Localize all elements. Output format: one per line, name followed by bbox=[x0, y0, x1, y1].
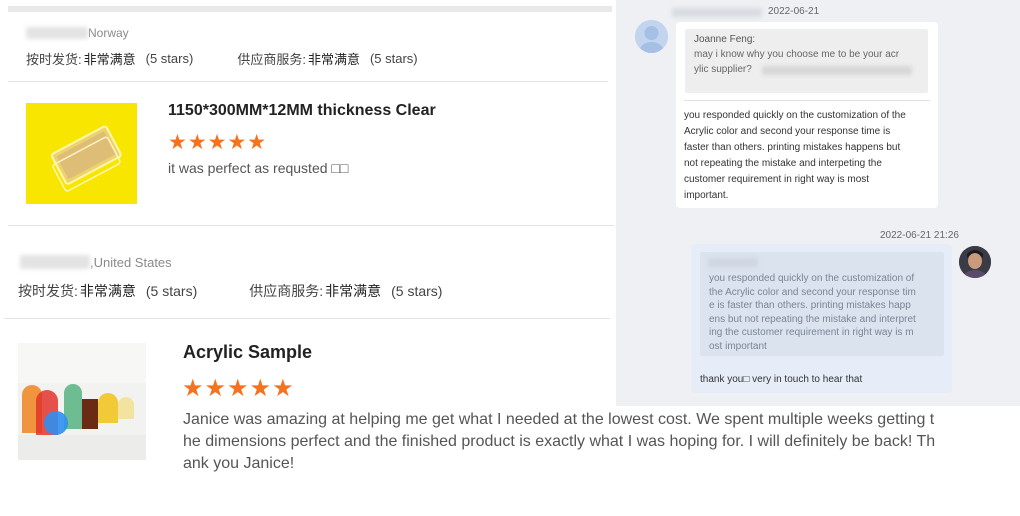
rating-summary: 按时发货: 非常满意 (5 stars) 供应商服务: 非常满意 (5 star… bbox=[18, 280, 442, 302]
message-line: important. bbox=[684, 190, 729, 201]
service-stars: (5 stars) bbox=[369, 50, 418, 66]
quote-blurred-text bbox=[762, 66, 912, 75]
user-avatar[interactable] bbox=[959, 246, 991, 278]
quote-line: you responded quickly on the customizati… bbox=[709, 273, 915, 284]
quote-line: may i know why you choose me to be your … bbox=[694, 49, 900, 60]
message-line: faster than others. printing mistakes ha… bbox=[684, 142, 901, 153]
reviewer-name-blurred bbox=[20, 255, 90, 269]
quote-author: Joanne Feng: bbox=[694, 34, 756, 45]
product-image-acrylic-sample[interactable] bbox=[18, 343, 146, 460]
product-title[interactable]: Acrylic Sample bbox=[183, 342, 312, 363]
message-line: customer requirement in right way is mos… bbox=[684, 174, 870, 185]
service-value: 非常满意 bbox=[325, 283, 382, 299]
shipping-value: 非常满意 bbox=[79, 283, 136, 299]
divider bbox=[4, 318, 610, 319]
service-stars: (5 stars) bbox=[391, 283, 443, 299]
divider bbox=[8, 225, 614, 226]
message-time: 2022-06-21 21:26 bbox=[880, 230, 959, 241]
quote-line: ing the customer requirement in right wa… bbox=[709, 327, 914, 338]
message-body: you responded quickly on the customizati… bbox=[684, 108, 906, 204]
quoted-text: you responded quickly on the customizati… bbox=[709, 272, 916, 353]
review-text-line: Janice was amazing at helping me get wha… bbox=[183, 411, 935, 428]
star-icons: ★★★★★ bbox=[168, 131, 268, 154]
review-text-line: ank you Janice! bbox=[183, 455, 295, 472]
product-image-acrylic-sheet[interactable] bbox=[26, 103, 137, 204]
review-text-line: he dimensions perfect and the finished p… bbox=[183, 433, 936, 450]
message-time: 2022-06-21 bbox=[768, 6, 820, 17]
quote-line: the Acrylic color and second your respon… bbox=[709, 286, 916, 298]
shipping-label: 按时发货: bbox=[26, 51, 82, 67]
quote-line: ylic supplier? bbox=[694, 64, 752, 75]
rating-summary: 按时发货: 非常满意 (5 stars) 供应商服务: 非常满意 (5 star… bbox=[26, 48, 418, 68]
reviewer-info: Norway bbox=[26, 24, 129, 42]
message-line: you responded quickly on the customizati… bbox=[684, 110, 906, 121]
message-line: not repeating the mistake and interpetin… bbox=[684, 158, 882, 169]
reviewer-name-blurred bbox=[26, 27, 88, 39]
shipping-label: 按时发货: bbox=[18, 283, 78, 299]
quote-author-blurred bbox=[708, 258, 758, 267]
contact-avatar[interactable] bbox=[635, 20, 668, 53]
star-icons: ★★★★★ bbox=[182, 375, 295, 402]
product-title[interactable]: 1150*300MM*12MM thickness Clear bbox=[168, 102, 436, 120]
review-text: Janice was amazing at helping me get wha… bbox=[183, 409, 1020, 475]
star-rating: ★★★★★ bbox=[168, 130, 267, 155]
service-value: 非常满意 bbox=[307, 51, 360, 67]
review-text: it was perfect as requsted □□ bbox=[168, 160, 349, 176]
chat-panel: 2022-06-21 Joanne Feng: may i know why y… bbox=[616, 0, 1020, 406]
top-strip bbox=[8, 6, 612, 12]
reviewer-country: ,United States bbox=[90, 254, 172, 270]
star-rating: ★★★★★ bbox=[182, 374, 295, 403]
shipping-value: 非常满意 bbox=[83, 51, 136, 67]
shipping-stars: (5 stars) bbox=[145, 50, 194, 66]
sender-name-blurred bbox=[672, 8, 762, 17]
quote-line: ens but not repeating the mistake and in… bbox=[709, 313, 916, 325]
reviewer-country: Norway bbox=[88, 26, 129, 40]
divider bbox=[8, 81, 608, 82]
quote-line: e is faster than others. printing mistak… bbox=[709, 300, 911, 311]
service-label: 供应商服务: bbox=[249, 283, 324, 299]
divider bbox=[684, 100, 930, 101]
reviewer-info: ,United States bbox=[20, 252, 172, 272]
reply-text: thank you□ very in touch to hear that bbox=[700, 374, 863, 385]
message-line: Acrylic color and second your response t… bbox=[684, 126, 891, 137]
shipping-stars: (5 stars) bbox=[145, 283, 198, 299]
quote-line: ost important bbox=[709, 340, 767, 352]
service-label: 供应商服务: bbox=[237, 51, 306, 67]
